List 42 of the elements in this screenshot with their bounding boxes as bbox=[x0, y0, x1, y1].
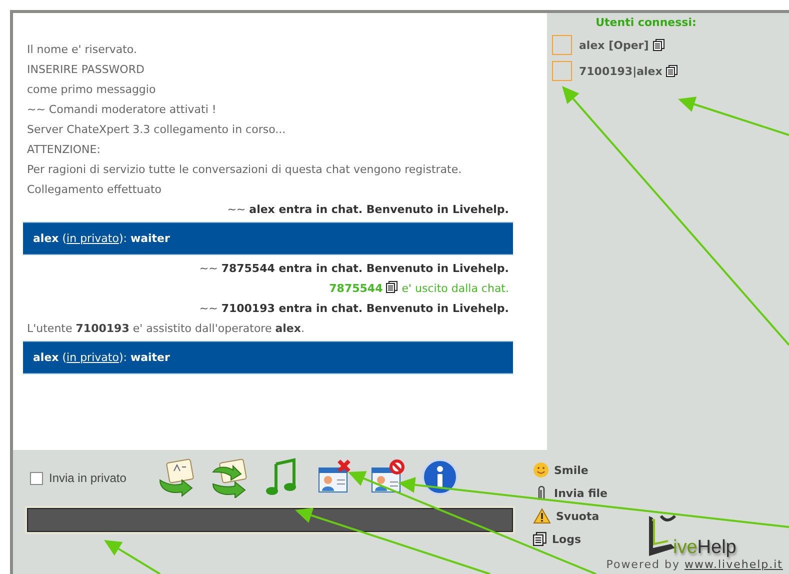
chat-message: Per ragioni di servizio tutte le conversazioni di questa chat vengono registrate. bbox=[26, 162, 463, 178]
checkbox-label: Invia in privato bbox=[49, 471, 126, 485]
leave-message: e' uscito dalla chat. bbox=[402, 282, 509, 294]
menu-item[interactable]: Smile bbox=[533, 460, 643, 480]
chat-message: come primo messaggio bbox=[26, 82, 157, 98]
avatar-frame bbox=[552, 35, 572, 55]
message-input[interactable] bbox=[25, 506, 515, 534]
chat-message: Collegamento effettuato bbox=[26, 182, 163, 198]
join-message: ~~ alex entra in chat. Benvenuto in Livehelp. bbox=[226, 202, 510, 218]
chat-message: Server ChateXpert 3.3 collegamento in corso... bbox=[26, 122, 287, 138]
logo-text: iveHelp bbox=[673, 538, 736, 558]
private-message: alex (in privato): waiter bbox=[33, 351, 170, 364]
chat-message: Il nome e' riservato. bbox=[26, 42, 138, 58]
powered-by-text: Powered by www.livehelp.it bbox=[605, 558, 784, 573]
copy-icon[interactable] bbox=[666, 65, 678, 77]
join-message: ~~ 7875544 entra in chat. Benvenuto in Livehelp. bbox=[198, 260, 510, 276]
copy-icon[interactable] bbox=[652, 39, 665, 51]
smiley-icon bbox=[533, 462, 549, 478]
copy-icon[interactable] bbox=[386, 280, 398, 292]
refresh-icon[interactable] bbox=[209, 458, 249, 498]
user-nick: 7875544 bbox=[329, 282, 383, 294]
menu-item[interactable]: Logs bbox=[533, 529, 643, 549]
private-message: alex (in privato): waiter bbox=[33, 232, 170, 245]
user-name[interactable]: 7100193|alex bbox=[579, 64, 662, 78]
log-icon bbox=[533, 532, 547, 546]
private-link[interactable]: in privato bbox=[66, 232, 119, 245]
private-checkbox[interactable] bbox=[30, 472, 43, 484]
join-message: ~~ 7100193 entra in chat. Benvenuto in Livehelp. bbox=[198, 300, 510, 316]
warning-icon bbox=[533, 508, 551, 524]
user-name[interactable]: alex [Oper] bbox=[579, 38, 649, 52]
chat-message: L'utente 7100193 e' assistito dall'operatore alex. bbox=[26, 320, 306, 336]
website-link[interactable]: www.livehelp.it bbox=[684, 558, 783, 571]
private-link[interactable]: in privato bbox=[66, 351, 119, 364]
annotation-arrow bbox=[104, 540, 161, 574]
chat-message: INSERIRE PASSWORD bbox=[26, 62, 146, 78]
menu-item[interactable]: Invia file bbox=[533, 483, 643, 503]
menu-item[interactable]: Svuota bbox=[533, 506, 643, 526]
info-icon[interactable] bbox=[421, 458, 461, 498]
avatar-frame bbox=[552, 61, 572, 81]
users-title: Utenti connessi: bbox=[594, 16, 698, 30]
chat-message: ATTENZIONE: bbox=[26, 142, 102, 158]
chat-message: ~~ Comandi moderatore attivati ! bbox=[26, 102, 218, 118]
